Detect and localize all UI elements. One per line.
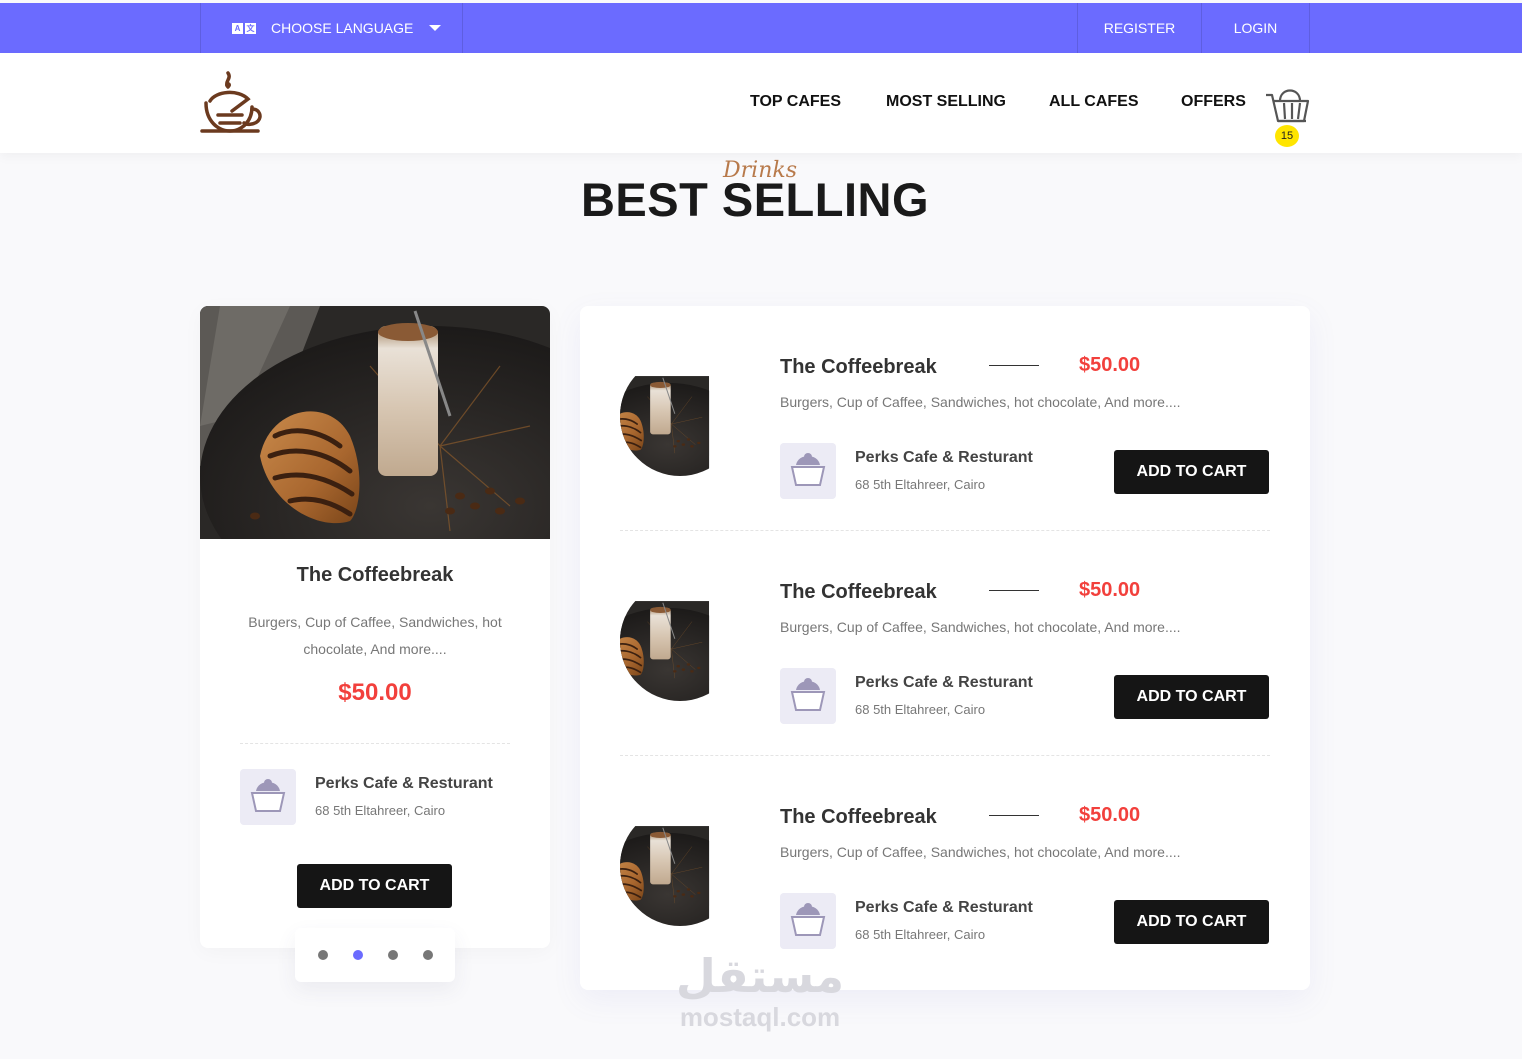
item-thumbnail[interactable] (620, 581, 740, 701)
item-price: $50.00 (1079, 579, 1141, 601)
item-price: $50.00 (1079, 804, 1141, 826)
carousel-dots (295, 928, 455, 982)
vendor-address: 68 5th Eltahreer, Cairo (855, 477, 986, 492)
vendor-info: Perks Cafe & Resturant 68 5th Eltahreer,… (240, 769, 520, 825)
watermark-latin: mostaql.com (679, 1002, 841, 1032)
add-to-cart-button[interactable]: ADD TO CART (1114, 675, 1269, 719)
top-bar: A文 CHOOSE LANGUAGE REGISTER LOGIN (0, 3, 1522, 53)
login-link[interactable]: LOGIN (1201, 3, 1310, 53)
vendor-info: Perks Cafe & Resturant 68 5th Eltahreer,… (780, 893, 1100, 949)
chevron-down-icon (429, 25, 442, 31)
vendor-info: Perks Cafe & Resturant 68 5th Eltahreer,… (780, 443, 1100, 499)
nav-top-cafes[interactable]: TOP CAFES (750, 93, 841, 111)
vendor-info: Perks Cafe & Resturant 68 5th Eltahreer,… (780, 668, 1100, 724)
watermark-arabic: مستقل (675, 949, 845, 1003)
item-title[interactable]: The Coffeebreak (780, 806, 937, 829)
vendor-address: 68 5th Eltahreer, Cairo (315, 803, 446, 818)
nav-offers[interactable]: OFFERS (1181, 93, 1246, 111)
nav-most-selling[interactable]: MOST SELLING (886, 93, 1006, 111)
featured-card: The Coffeebreak Burgers, Cup of Caffee, … (200, 306, 550, 948)
main-header: TOP CAFES MOST SELLING ALL CAFES OFFERS … (0, 53, 1522, 153)
featured-title: The Coffeebreak (296, 564, 454, 586)
vendor-name: Perks Cafe & Resturant (855, 449, 1033, 466)
vendor-address: 68 5th Eltahreer, Cairo (855, 702, 986, 717)
item-description: Burgers, Cup of Caffee, Sandwiches, hot … (780, 619, 1181, 635)
vendor-address: 68 5th Eltahreer, Cairo (855, 927, 986, 942)
list-item: The Coffeebreak $50.00 Burgers, Cup of C… (620, 531, 1270, 756)
item-title[interactable]: The Coffeebreak (780, 581, 937, 604)
translate-icon: A文 (231, 21, 257, 35)
vendor-name: Perks Cafe & Resturant (855, 899, 1033, 916)
divider-line (989, 815, 1039, 816)
add-to-cart-button[interactable]: ADD TO CART (297, 864, 452, 908)
nav-all-cafes[interactable]: ALL CAFES (1049, 93, 1138, 111)
list-item: The Coffeebreak $50.00 Burgers, Cup of C… (620, 756, 1270, 981)
item-description: Burgers, Cup of Caffee, Sandwiches, hot … (780, 844, 1181, 860)
cart-icon (1266, 89, 1310, 123)
carousel-dot[interactable] (422, 950, 433, 960)
language-label: CHOOSE LANGUAGE (271, 20, 414, 36)
best-selling-list: The Coffeebreak $50.00 Burgers, Cup of C… (580, 306, 1310, 990)
vendor-name: Perks Cafe & Resturant (855, 674, 1033, 691)
item-thumbnail[interactable] (620, 806, 740, 926)
featured-description: Burgers, Cup of Caffee, Sandwiches, hot … (248, 614, 502, 657)
item-thumbnail[interactable] (620, 356, 740, 476)
vendor-logo (780, 893, 836, 949)
divider-line (989, 365, 1039, 366)
item-title[interactable]: The Coffeebreak (780, 356, 937, 379)
add-to-cart-button[interactable]: ADD TO CART (1114, 450, 1269, 494)
featured-food-image[interactable] (200, 306, 550, 539)
cafe-logo-icon[interactable] (196, 69, 266, 137)
carousel-dot-active[interactable] (352, 950, 363, 960)
item-description: Burgers, Cup of Caffee, Sandwiches, hot … (780, 394, 1181, 410)
vendor-logo (240, 769, 296, 825)
vendor-logo (780, 668, 836, 724)
register-link[interactable]: REGISTER (1077, 3, 1201, 53)
divider (240, 743, 510, 744)
vendor-name: Perks Cafe & Resturant (315, 775, 493, 792)
divider-line (989, 590, 1039, 591)
carousel-dot[interactable] (317, 950, 328, 960)
watermark: مستقل mostaql.com (660, 950, 860, 1032)
cart-button[interactable]: 15 (1264, 81, 1312, 147)
item-price: $50.00 (1079, 354, 1141, 376)
featured-price: $50.00 (338, 679, 412, 706)
language-selector[interactable]: A文 CHOOSE LANGUAGE (200, 3, 463, 53)
add-to-cart-button[interactable]: ADD TO CART (1114, 900, 1269, 944)
carousel-dot[interactable] (387, 950, 398, 960)
list-item: The Coffeebreak $50.00 Burgers, Cup of C… (620, 306, 1270, 531)
cart-count-badge: 15 (1275, 125, 1299, 147)
vendor-logo (780, 443, 836, 499)
